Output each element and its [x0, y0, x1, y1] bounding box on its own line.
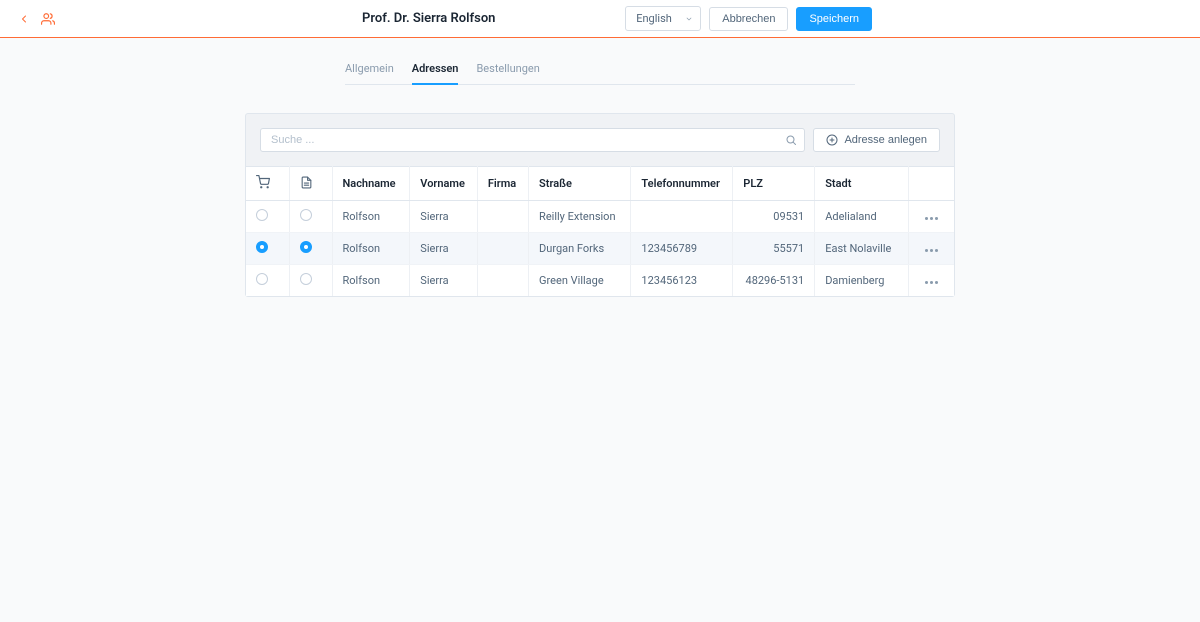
cell-zip: 09531: [733, 201, 815, 233]
tabs-container: Allgemein Adressen Bestellungen: [345, 56, 855, 85]
cell-lastname: Rolfson: [332, 233, 410, 265]
language-select[interactable]: English: [625, 6, 701, 31]
default-shipping-radio[interactable]: [256, 209, 268, 221]
row-context-button[interactable]: [919, 217, 944, 220]
tabs: Allgemein Adressen Bestellungen: [345, 56, 855, 84]
cell-city: Damienberg: [815, 265, 909, 297]
row-context-button[interactable]: [919, 249, 944, 252]
cell-company: [477, 233, 528, 265]
plus-circle-icon: [826, 134, 838, 146]
row-context-button[interactable]: [919, 281, 944, 284]
cell-firstname: Sierra: [410, 201, 478, 233]
cell-zip: 48296-5131: [733, 265, 815, 297]
cell-phone: [631, 201, 733, 233]
col-header-company[interactable]: Firma: [477, 167, 528, 201]
cell-city: East Nolaville: [815, 233, 909, 265]
table-header-row: Nachname Vorname Firma Straße Telefonnum…: [246, 167, 954, 201]
tab-addresses[interactable]: Adressen: [412, 56, 459, 85]
cell-city: Adelialand: [815, 201, 909, 233]
col-header-street[interactable]: Straße: [529, 167, 631, 201]
save-button[interactable]: Speichern: [796, 7, 872, 31]
cell-lastname: Rolfson: [332, 265, 410, 297]
col-header-billing[interactable]: [289, 167, 332, 201]
address-table: Nachname Vorname Firma Straße Telefonnum…: [246, 166, 954, 296]
cell-firstname: Sierra: [410, 265, 478, 297]
cell-phone: 123456789: [631, 233, 733, 265]
default-billing-radio[interactable]: [300, 209, 312, 221]
tab-orders[interactable]: Bestellungen: [476, 56, 539, 85]
topbar-actions: English Abbrechen Speichern: [625, 6, 872, 31]
cart-icon: [256, 175, 270, 189]
search-input[interactable]: [260, 128, 805, 152]
cell-zip: 55571: [733, 233, 815, 265]
col-header-city[interactable]: Stadt: [815, 167, 909, 201]
page-title: Prof. Dr. Sierra Rolfson: [362, 11, 495, 26]
tab-general[interactable]: Allgemein: [345, 56, 394, 85]
table-row[interactable]: RolfsonSierra Reilly Extension 09531Adelia…: [246, 201, 954, 233]
top-bar: Prof. Dr. Sierra Rolfson English Abbrech…: [0, 0, 1200, 38]
cell-lastname: Rolfson: [332, 201, 410, 233]
cell-company: [477, 265, 528, 297]
customers-icon[interactable]: [40, 11, 56, 27]
default-shipping-radio[interactable]: [256, 241, 268, 253]
back-icon[interactable]: [16, 11, 32, 27]
cell-street: Reilly Extension: [529, 201, 631, 233]
add-address-button[interactable]: Adresse anlegen: [813, 128, 940, 152]
default-billing-radio[interactable]: [300, 241, 312, 253]
cell-phone: 123456123: [631, 265, 733, 297]
topbar-nav: [16, 11, 344, 27]
col-header-phone[interactable]: Telefonnummer: [631, 167, 733, 201]
language-select-value: English: [636, 12, 672, 25]
col-header-actions: [909, 167, 954, 201]
cell-firstname: Sierra: [410, 233, 478, 265]
col-header-lastname[interactable]: Nachname: [332, 167, 410, 201]
table-row[interactable]: RolfsonSierra Durgan Forks12345678955571E…: [246, 233, 954, 265]
search-icon: [785, 134, 797, 146]
search-wrap: [260, 128, 805, 152]
cell-company: [477, 201, 528, 233]
col-header-zip[interactable]: PLZ: [733, 167, 815, 201]
address-panel: Adresse anlegen Nachname Vorname Firma: [245, 113, 955, 297]
add-address-label: Adresse anlegen: [844, 134, 927, 146]
table-row[interactable]: RolfsonSierra Green Village12345612348296…: [246, 265, 954, 297]
chevron-down-icon: [685, 15, 693, 23]
default-shipping-radio[interactable]: [256, 273, 268, 285]
cancel-button[interactable]: Abbrechen: [709, 7, 788, 31]
cell-street: Durgan Forks: [529, 233, 631, 265]
topbar-center: Prof. Dr. Sierra Rolfson English Abbrech…: [362, 6, 872, 31]
cell-street: Green Village: [529, 265, 631, 297]
default-billing-radio[interactable]: [300, 273, 312, 285]
panel-toolbar: Adresse anlegen: [246, 114, 954, 166]
col-header-shipping[interactable]: [246, 167, 289, 201]
document-icon: [300, 176, 313, 189]
col-header-firstname[interactable]: Vorname: [410, 167, 478, 201]
